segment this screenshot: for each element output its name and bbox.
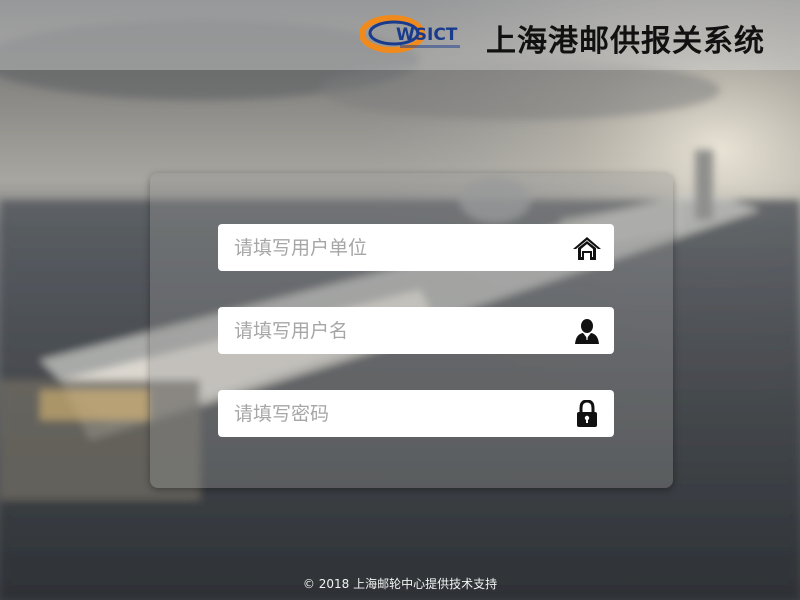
unit-field[interactable] <box>218 224 614 271</box>
username-field[interactable] <box>218 307 614 354</box>
lock-icon <box>577 400 597 427</box>
wsict-logo: WSICT <box>360 15 460 53</box>
user-icon <box>575 319 599 344</box>
unit-input[interactable] <box>234 224 564 271</box>
logo-text: WSICT <box>396 25 458 45</box>
footer-copyright: © 2018 上海邮轮中心提供技术支持 <box>302 577 498 591</box>
password-input[interactable] <box>234 390 564 437</box>
username-input[interactable] <box>234 307 564 354</box>
password-field[interactable] <box>218 390 614 437</box>
system-title: 上海港邮供报关系统 <box>486 24 765 59</box>
home-icon <box>573 237 601 260</box>
